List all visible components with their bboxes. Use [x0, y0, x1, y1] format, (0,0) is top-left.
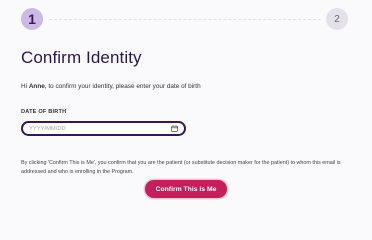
greeting-suffix: , to confirm your identity, please enter… [44, 83, 201, 90]
greeting-text: Hi Anne, to confirm your identity, pleas… [21, 83, 201, 90]
stepper: 1 2 [21, 8, 348, 30]
calendar-icon[interactable] [170, 125, 178, 133]
dob-input[interactable] [29, 125, 170, 132]
confirm-this-is-me-button[interactable]: Confirm This is Me [145, 180, 227, 198]
dob-label: DATE OF BIRTH [21, 109, 67, 115]
greeting-prefix: Hi [21, 83, 29, 90]
step-1-indicator: 1 [21, 8, 43, 30]
consent-text: By clicking 'Confirm This is Me', you co… [21, 160, 341, 176]
confirm-identity-page: 1 2 Confirm Identity Hi Anne, to confirm… [0, 0, 372, 210]
step-2-indicator: 2 [326, 8, 348, 30]
page-title: Confirm Identity [21, 48, 142, 67]
dob-field[interactable] [21, 121, 186, 136]
user-name: Anne [28, 83, 45, 90]
stepper-connector [49, 19, 321, 20]
